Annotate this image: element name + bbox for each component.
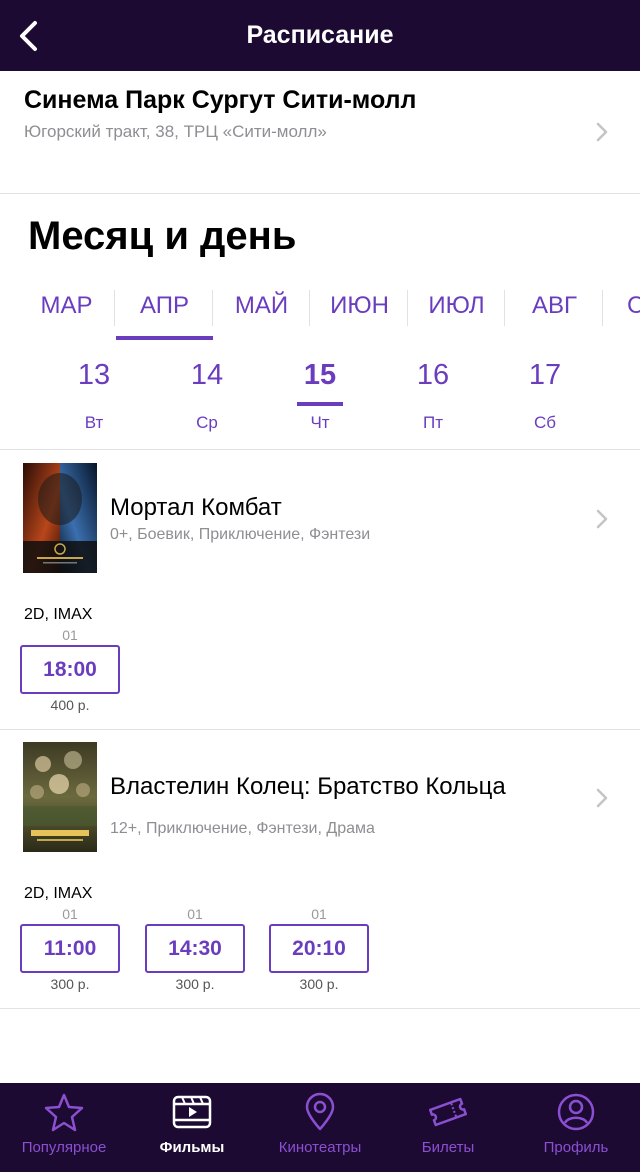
poster-image (23, 742, 97, 852)
day-15[interactable]: 15 Чт (280, 350, 360, 440)
day-14[interactable]: 14 Ср (167, 350, 247, 440)
page-title: Расписание (246, 21, 394, 49)
tab-tickets[interactable]: Билеты (384, 1083, 512, 1172)
hall-number: 01 (311, 906, 327, 922)
day-17[interactable]: 17 Сб (505, 350, 585, 440)
profile-icon (557, 1093, 595, 1131)
day-13[interactable]: 13 Вт (54, 350, 134, 440)
session-price: 300 р. (50, 976, 90, 992)
hall-number: 01 (62, 627, 78, 643)
divider (309, 290, 310, 326)
month-tab-aug[interactable]: АВГ (506, 280, 603, 342)
tab-label: Профиль (543, 1139, 609, 1156)
session-price: 300 р. (175, 976, 215, 992)
tab-label: Билеты (421, 1139, 475, 1156)
selected-month-indicator (116, 336, 213, 340)
session-price: 300 р. (299, 976, 339, 992)
month-label: АВГ (531, 292, 577, 319)
month-label: АПР (140, 292, 189, 319)
movie-title[interactable]: Мортал Комбат (110, 494, 282, 522)
month-selector: МАР АПР МАЙ ИЮН ИЮЛ АВГ С (0, 280, 640, 342)
map-pin-icon (305, 1092, 335, 1131)
hall-number: 01 (187, 906, 203, 922)
month-tab-mar[interactable]: МАР (18, 280, 115, 342)
chevron-right-icon[interactable] (594, 788, 610, 808)
day-of-week: Чт (310, 413, 330, 432)
tab-popular[interactable]: Популярное (0, 1083, 128, 1172)
day-of-week: Вт (84, 413, 104, 432)
cinema-name: Синема Парк Сургут Сити-молл (24, 86, 417, 114)
movie-poster[interactable] (23, 742, 97, 852)
month-label: МАЙ (234, 292, 289, 319)
month-tab-sep[interactable]: С (603, 280, 640, 342)
session-time-button[interactable]: 20:10 (269, 924, 369, 973)
movie-card: Властелин Колец: Братство Кольца 12+, Пр… (0, 730, 640, 1009)
tab-cinemas[interactable]: Кинотеатры (256, 1083, 384, 1172)
top-bar: Расписание (0, 0, 640, 71)
session-time-button[interactable]: 11:00 (20, 924, 120, 973)
movie-meta: 0+, Боевик, Приключение, Фэнтези (110, 526, 371, 543)
day-16[interactable]: 16 Пт (393, 350, 473, 440)
session-format: 2D, IMAX (24, 885, 93, 902)
poster-image (23, 463, 97, 573)
tab-label: Популярное (21, 1139, 107, 1156)
movie-title[interactable]: Властелин Колец: Братство Кольца (110, 773, 506, 801)
day-of-week: Ср (196, 413, 218, 432)
day-number: 17 (528, 359, 562, 391)
film-icon (172, 1095, 212, 1129)
day-of-week: Пт (422, 413, 443, 432)
day-number: 15 (303, 359, 337, 391)
month-label: ИЮЛ (428, 292, 485, 319)
session-price: 400 р. (50, 697, 90, 713)
movie-meta: 12+, Приключение, Фэнтези, Драма (110, 820, 375, 837)
divider (114, 290, 115, 326)
hall-number: 01 (62, 906, 78, 922)
movie-card: Мортал Комбат 0+, Боевик, Приключение, Ф… (0, 451, 640, 730)
tab-profile[interactable]: Профиль (512, 1083, 640, 1172)
divider (504, 290, 505, 326)
month-label: МАР (40, 292, 93, 319)
month-tab-jun[interactable]: ИЮН (311, 280, 408, 342)
bottom-tab-bar: Популярное Фильмы Кинотеатры Билеты Проф… (0, 1083, 640, 1172)
chevron-right-icon (596, 122, 608, 142)
month-label: С (627, 292, 640, 319)
cinema-info-row[interactable]: Синема Парк Сургут Сити-молл Югорский тр… (0, 71, 640, 194)
day-number: 13 (77, 359, 111, 391)
cinema-address: Югорский тракт, 38, ТРЦ «Сити-молл» (24, 122, 327, 141)
session-format: 2D, IMAX (24, 606, 93, 623)
movie-poster[interactable] (23, 463, 97, 573)
section-title: Месяц и день (28, 214, 297, 258)
ticket-icon (428, 1097, 468, 1127)
day-number: 16 (416, 359, 450, 391)
session-time-button[interactable]: 18:00 (20, 645, 120, 694)
session-time-button[interactable]: 14:30 (145, 924, 245, 973)
day-of-week: Сб (533, 413, 556, 432)
month-tab-jul[interactable]: ИЮЛ (408, 280, 505, 342)
month-tab-may[interactable]: МАЙ (213, 280, 310, 342)
selected-day-indicator (297, 402, 343, 406)
tab-label: Фильмы (159, 1139, 225, 1156)
tab-films[interactable]: Фильмы (128, 1083, 256, 1172)
day-number: 14 (190, 359, 224, 391)
tab-label: Кинотеатры (278, 1139, 362, 1156)
star-icon (44, 1093, 84, 1132)
month-label: ИЮН (330, 292, 389, 319)
month-tab-apr[interactable]: АПР (116, 280, 213, 342)
day-selector: 13 Вт 14 Ср 15 Чт 16 Пт 17 Сб (0, 350, 640, 450)
chevron-right-icon[interactable] (594, 509, 610, 529)
